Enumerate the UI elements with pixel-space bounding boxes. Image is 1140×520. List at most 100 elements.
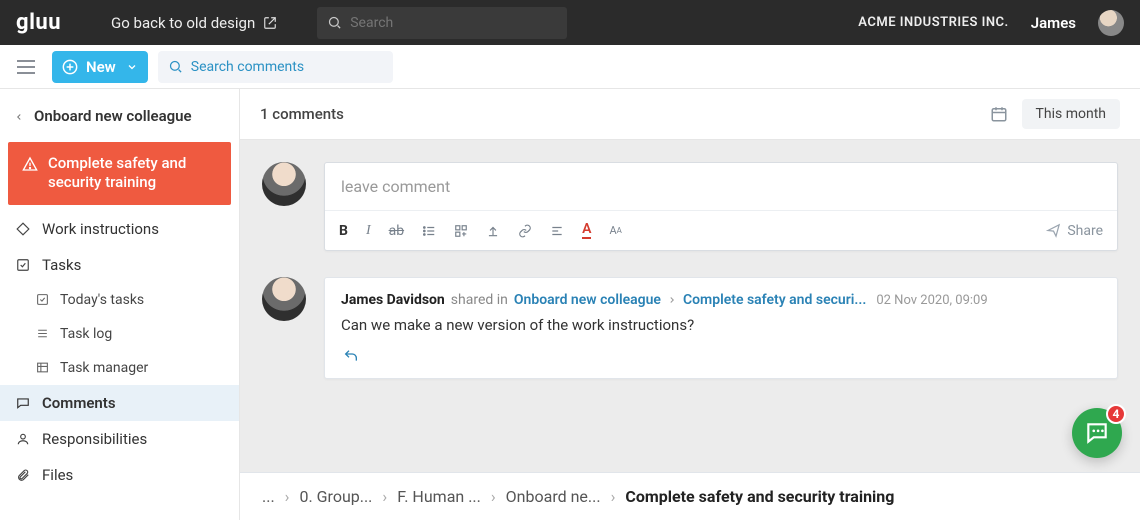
sidebar-back[interactable]: Onboard new colleague: [0, 99, 239, 142]
list-icon: [34, 327, 50, 340]
comment-row: James Davidson shared in Onboard new col…: [262, 277, 1118, 379]
comment-author[interactable]: James Davidson: [341, 292, 445, 308]
sidebar-subitem-task-manager[interactable]: Task manager: [0, 351, 239, 385]
menu-icon: [16, 60, 36, 74]
topbar: gluu Go back to old design ACME INDUSTRI…: [0, 0, 1140, 45]
compose-box: B I ab A AA Share: [324, 162, 1118, 251]
sidebar-item-label: Responsibilities: [42, 430, 147, 448]
sidebar-item-label: Task log: [60, 326, 112, 342]
sidebar-subitem-task-log[interactable]: Task log: [0, 317, 239, 351]
link-button[interactable]: [518, 224, 532, 238]
comment-icon: [14, 396, 32, 410]
breadcrumb-l2[interactable]: F. Human ...: [397, 487, 481, 506]
chat-icon: [1084, 420, 1110, 446]
comment-crumb-process[interactable]: Onboard new colleague: [514, 292, 661, 308]
comment-area: B I ab A AA Share: [240, 140, 1140, 472]
breadcrumb-l3[interactable]: Onboard ne...: [506, 487, 601, 506]
chat-badge: 4: [1106, 404, 1126, 424]
check-square-icon: [34, 293, 50, 306]
comment-author-avatar: [262, 277, 306, 321]
sidebar: Onboard new colleague Complete safety an…: [0, 89, 240, 520]
breadcrumb-l1[interactable]: 0. Group...: [299, 487, 372, 506]
sidebar-item-alert[interactable]: Complete safety and security training: [8, 142, 231, 205]
comment-crumb-task[interactable]: Complete safety and securi...: [683, 292, 866, 308]
menu-toggle[interactable]: [10, 54, 42, 80]
calendar-button[interactable]: [990, 105, 1008, 123]
send-icon: [1046, 223, 1061, 238]
search-icon: [168, 59, 183, 74]
sidebar-item-work-instructions[interactable]: Work instructions: [0, 211, 239, 247]
italic-button[interactable]: I: [366, 223, 371, 239]
sidebar-item-label: Comments: [42, 394, 116, 412]
comment-search[interactable]: [158, 51, 393, 83]
bullet-list-button[interactable]: [422, 224, 436, 238]
new-button-label: New: [86, 58, 116, 76]
content-header: 1 comments This month: [240, 89, 1140, 140]
upload-button[interactable]: [486, 224, 500, 238]
align-button[interactable]: [550, 224, 564, 238]
comment-count: 1 comments: [260, 105, 344, 123]
share-button[interactable]: Share: [1046, 223, 1103, 239]
chevron-right-icon: ›: [611, 487, 616, 506]
global-search[interactable]: [317, 7, 567, 39]
sidebar-item-label: Tasks: [42, 256, 81, 274]
comment-search-input[interactable]: [191, 59, 383, 75]
comment-card: James Davidson shared in Onboard new col…: [324, 277, 1118, 379]
new-button[interactable]: New: [52, 51, 148, 83]
sidebar-item-responsibilities[interactable]: Responsibilities: [0, 421, 239, 457]
back-to-old-design-link[interactable]: Go back to old design: [111, 14, 277, 32]
organization-name[interactable]: ACME INDUSTRIES INC.: [858, 15, 1009, 30]
date-range-picker[interactable]: This month: [1022, 99, 1120, 129]
breadcrumb-root[interactable]: ...: [262, 487, 275, 506]
strike-button[interactable]: ab: [389, 223, 404, 239]
toolbar: New: [0, 45, 1140, 89]
list-icon: [422, 224, 436, 238]
sidebar-item-comments[interactable]: Comments: [0, 385, 239, 421]
user-name[interactable]: James: [1031, 14, 1076, 32]
breadcrumb-current: Complete safety and security training: [625, 487, 894, 506]
current-user-avatar: [262, 162, 306, 206]
sidebar-item-files[interactable]: Files: [0, 457, 239, 493]
chevron-right-icon: ›: [285, 487, 290, 506]
comment-body: Can we make a new version of the work in…: [341, 316, 1101, 334]
upload-icon: [486, 224, 500, 238]
text-color-button[interactable]: A: [582, 222, 591, 239]
bold-button[interactable]: B: [339, 223, 348, 239]
breadcrumb: ... › 0. Group... › F. Human ... › Onboa…: [240, 472, 1140, 520]
reply-icon: [343, 348, 359, 364]
calendar-icon: [990, 105, 1008, 123]
logo[interactable]: gluu: [16, 10, 61, 35]
sidebar-back-title: Onboard new colleague: [34, 107, 192, 126]
compose-row: B I ab A AA Share: [262, 162, 1118, 251]
plus-icon: [62, 59, 78, 75]
sidebar-subitem-todays-tasks[interactable]: Today's tasks: [0, 283, 239, 317]
grid-icon: [454, 224, 468, 238]
sidebar-item-tasks[interactable]: Tasks: [0, 247, 239, 283]
chat-fab[interactable]: 4: [1072, 408, 1122, 458]
sidebar-item-label: Task manager: [60, 360, 148, 376]
chevron-right-icon: [667, 295, 677, 305]
external-link-icon: [263, 16, 277, 30]
chevron-right-icon: ›: [491, 487, 496, 506]
share-label: Share: [1067, 223, 1103, 239]
chevron-right-icon: ›: [382, 487, 387, 506]
global-search-input[interactable]: [350, 15, 557, 31]
sidebar-item-label: Files: [42, 466, 73, 484]
compose-toolbar: B I ab A AA Share: [325, 210, 1117, 250]
compose-input[interactable]: [325, 163, 1117, 210]
chevron-left-icon: [14, 110, 24, 124]
sidebar-item-label: Today's tasks: [60, 292, 144, 308]
align-icon: [550, 224, 564, 238]
user-avatar[interactable]: [1098, 10, 1124, 36]
checkbox-icon: [14, 258, 32, 272]
reply-button[interactable]: [341, 344, 359, 366]
warning-icon: [22, 156, 38, 172]
sidebar-item-label: Work instructions: [42, 220, 159, 238]
sidebar-item-label: Complete safety and security training: [48, 154, 217, 193]
font-size-button[interactable]: AA: [609, 224, 621, 237]
chevron-down-icon: [126, 61, 138, 73]
table-icon: [34, 361, 50, 374]
shared-in-label: shared in: [451, 292, 508, 308]
back-to-old-label: Go back to old design: [111, 14, 255, 32]
grid-button[interactable]: [454, 224, 468, 238]
